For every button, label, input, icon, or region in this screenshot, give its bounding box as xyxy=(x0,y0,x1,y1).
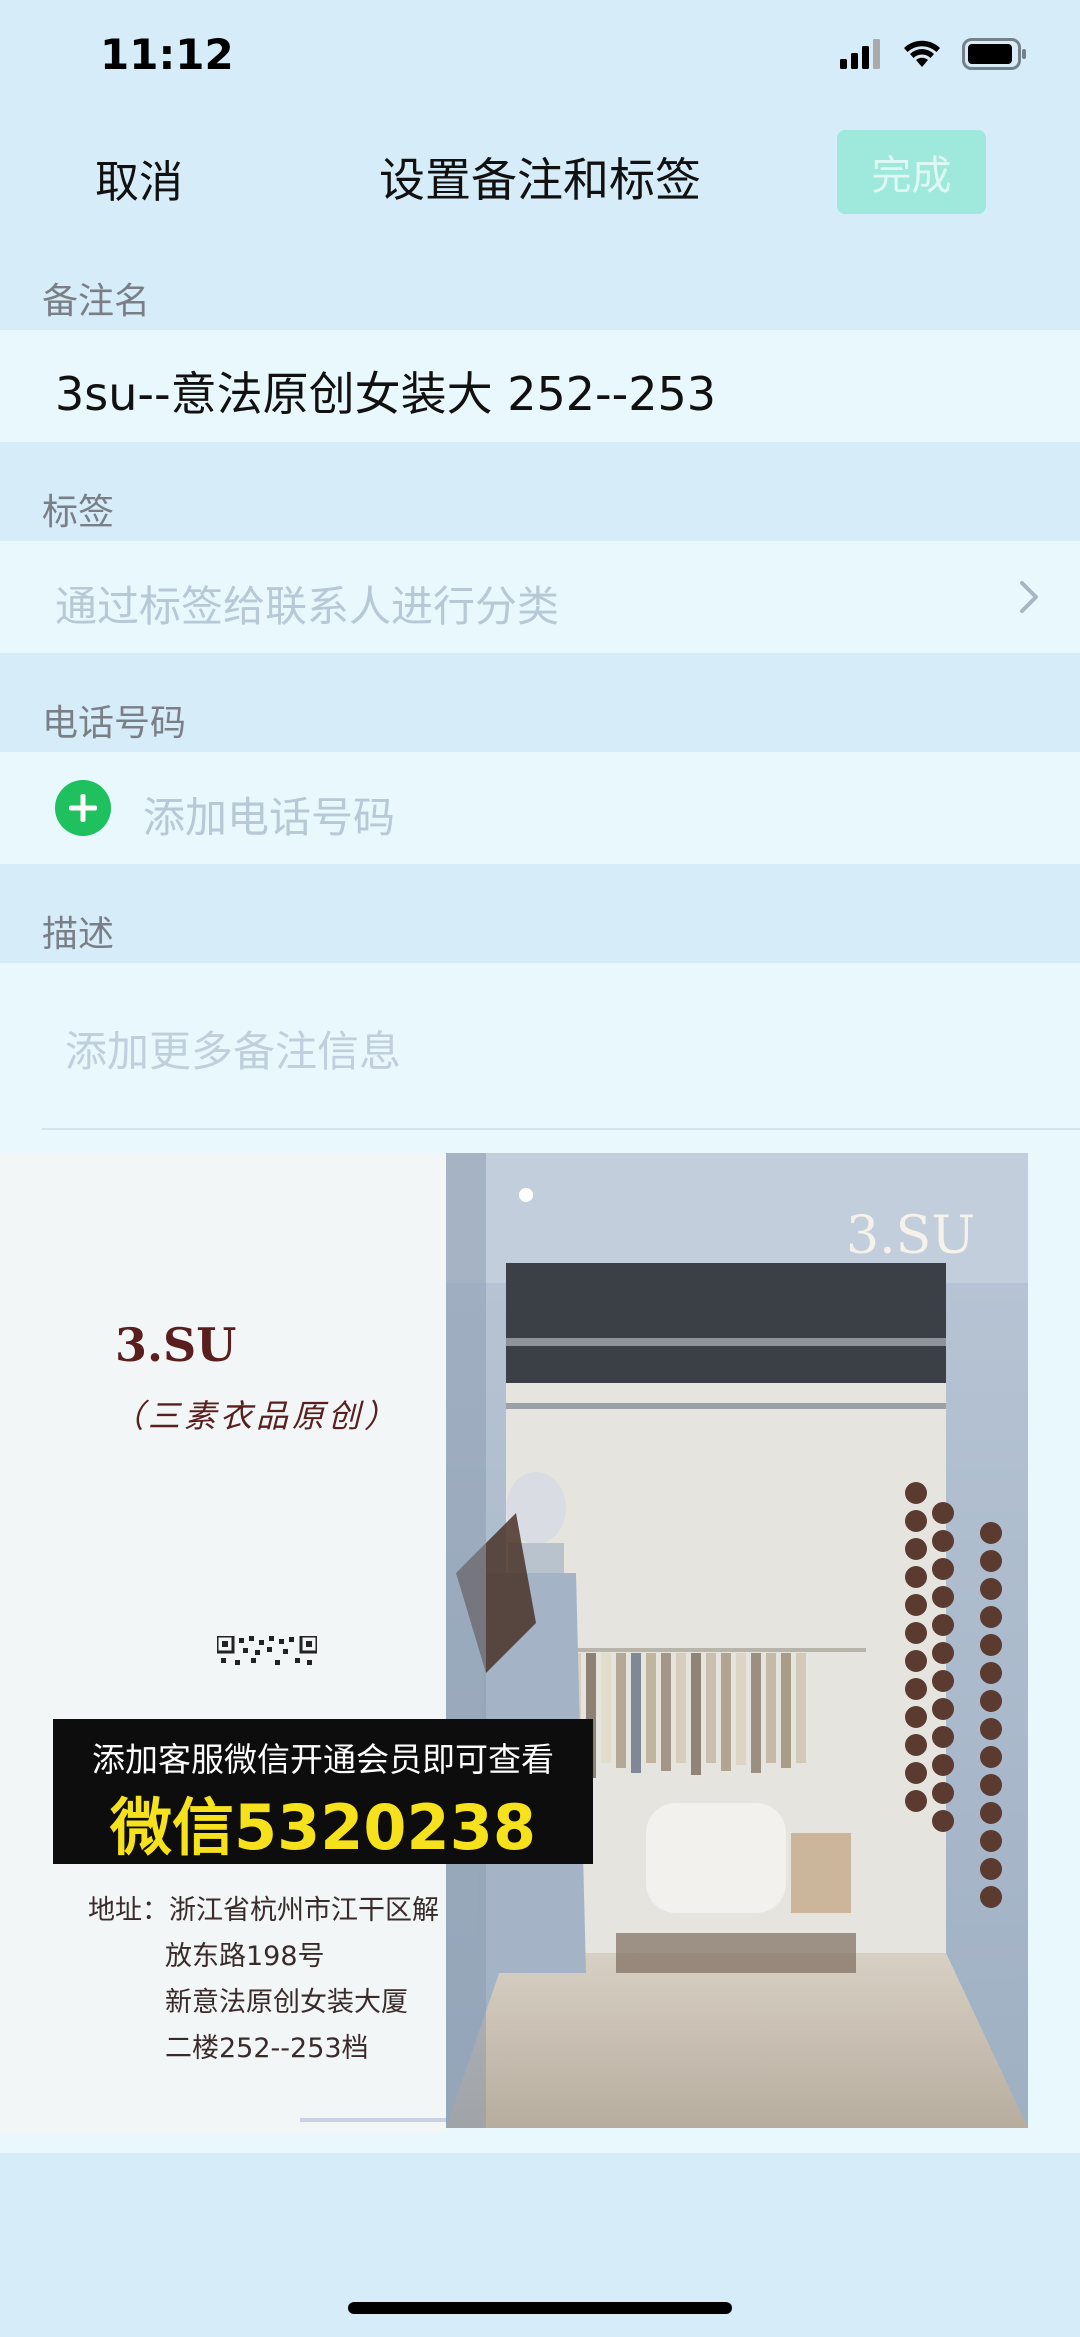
phone-row[interactable]: 添加电话号码 xyxy=(0,752,1080,864)
done-button[interactable]: 完成 xyxy=(837,130,986,214)
description-section-label: 描述 xyxy=(42,914,115,955)
store-sign: 3.SU xyxy=(846,1206,975,1266)
tags-placeholder: 通过标签给联系人进行分类 xyxy=(55,582,560,631)
home-indicator[interactable] xyxy=(348,2302,732,2314)
card-info-panel: 3.SU （三素衣品原创） 地址：浙江省杭州市江干区解 放东路198号 新意法原… xyxy=(0,1153,446,2133)
description-area: 添加更多备注信息 3.SU （三素衣品原创） 地址：浙江省杭州市江干区解 放东路… xyxy=(0,963,1080,2153)
promo-wechat-id: 微信5320238 xyxy=(110,1791,536,1864)
status-icons xyxy=(840,38,1028,70)
tags-section-label: 标签 xyxy=(42,492,115,533)
remark-name-value: 3su--意法原创女装大 252--253 xyxy=(55,367,717,421)
attached-card-photo[interactable]: 3.SU （三素衣品原创） 地址：浙江省杭州市江干区解 放东路198号 新意法原… xyxy=(0,1153,1080,2133)
battery-icon xyxy=(962,38,1026,70)
remark-section-label: 备注名 xyxy=(42,281,151,322)
store-photo: 3.SU xyxy=(446,1153,1028,2128)
card-underline xyxy=(300,2118,446,2122)
promo-banner: 添加客服微信开通会员即可查看 微信5320238 xyxy=(53,1719,593,1864)
divider xyxy=(42,1128,1080,1130)
qr-code-icon xyxy=(217,1636,317,1665)
status-bar: 11:12 xyxy=(0,0,1080,120)
cellular-signal-icon xyxy=(840,39,880,69)
card-address-line: 新意法原创女装大厦 xyxy=(165,1987,408,2018)
remark-name-field[interactable]: 3su--意法原创女装大 252--253 xyxy=(0,330,1080,442)
add-phone-icon[interactable] xyxy=(55,780,111,836)
tags-row[interactable]: 通过标签给联系人进行分类 xyxy=(0,541,1080,653)
promo-text: 添加客服微信开通会员即可查看 xyxy=(92,1740,554,1779)
card-address-line: 地址：浙江省杭州市江干区解 xyxy=(88,1895,439,1926)
chevron-right-icon xyxy=(1020,581,1038,613)
status-time: 11:12 xyxy=(100,30,234,79)
card-address-line: 放东路198号 xyxy=(165,1941,325,1972)
description-input[interactable]: 添加更多备注信息 xyxy=(65,1018,401,1079)
phone-section-label: 电话号码 xyxy=(42,703,187,744)
card-brand-subtitle: （三素衣品原创） xyxy=(112,1397,401,1435)
wifi-icon xyxy=(904,40,940,67)
card-brand: 3.SU xyxy=(115,1318,237,1372)
card-address-line: 二楼252--253档 xyxy=(165,2033,369,2064)
phone-placeholder: 添加电话号码 xyxy=(143,793,396,842)
nav-bar: 取消 设置备注和标签 完成 xyxy=(0,120,1080,230)
